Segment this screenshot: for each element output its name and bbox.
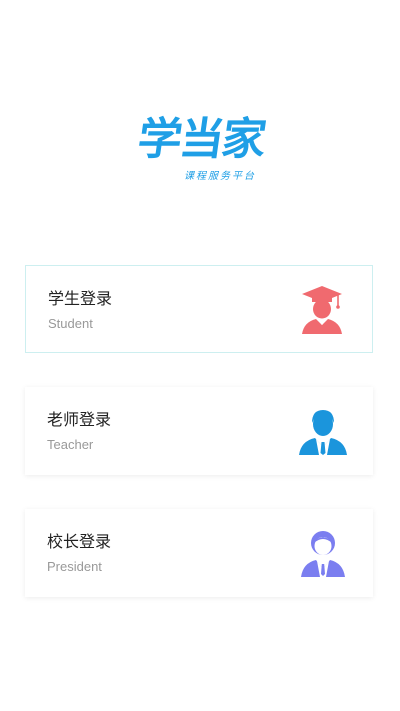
logo-title: 学当家 [134,114,268,165]
logo-subtitle: 课程服务平台 [184,171,256,182]
student-login-title: 学生登录 [48,289,113,308]
student-login-button[interactable]: 学生登录 Student [25,265,373,353]
teacher-login-button[interactable]: 老师登录 Teacher [25,387,373,475]
teacher-login-title: 老师登录 [47,410,112,429]
student-login-subtitle: Student [48,316,93,331]
president-login-subtitle: President [47,559,102,574]
teacher-login-subtitle: Teacher [47,437,94,452]
teacher-icon [297,405,349,457]
president-icon [297,527,349,579]
graduate-icon [296,284,348,336]
president-login-button[interactable]: 校长登录 President [25,509,373,597]
president-login-title: 校长登录 [47,532,112,551]
app-logo: 学当家 课程服务平台 [126,110,276,190]
